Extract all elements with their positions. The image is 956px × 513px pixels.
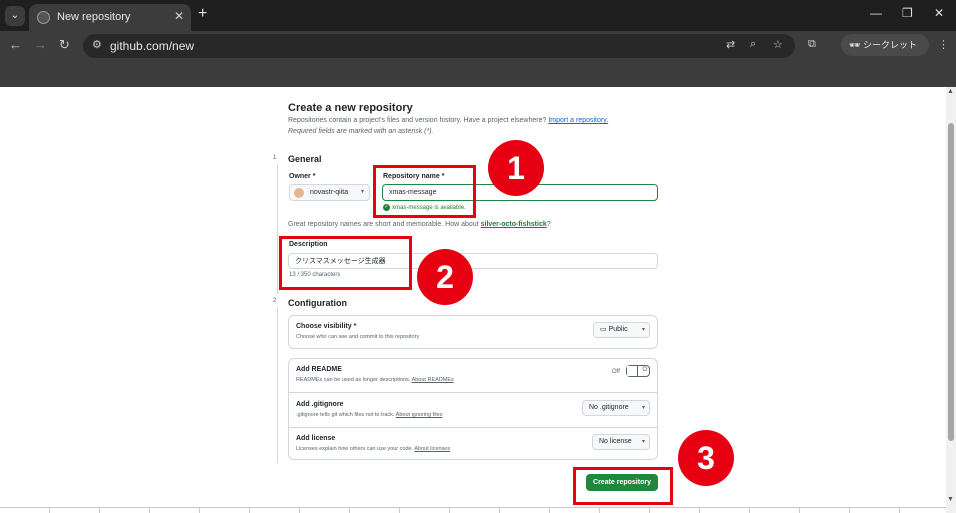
- incognito-indicator[interactable]: 🕶 シークレット: [841, 34, 929, 56]
- chevron-down-icon: ▾: [641, 405, 645, 411]
- name-hint: Great repository names are short and mem…: [288, 221, 551, 228]
- browser-toolbar: ← → ↻ ⚙ github.com/new ⇄ ⌕ ☆ ⧉ 🕶 シークレット …: [0, 31, 956, 59]
- general-heading: General: [288, 154, 322, 164]
- gitignore-desc: .gitignore tells git which files not to …: [296, 412, 442, 418]
- forward-icon[interactable]: →: [34, 37, 47, 52]
- translate-icon[interactable]: ⇄: [726, 38, 735, 51]
- options-card: Add README READMEs can be used as longer…: [288, 358, 658, 460]
- step-line: [277, 164, 278, 294]
- browser-tab-strip: ⌄ New repository ✕ + — ❐ ✕: [0, 0, 956, 31]
- address-bar[interactable]: ⚙ github.com/new ⇄ ⌕ ☆: [83, 34, 795, 58]
- visibility-card: Choose visibility * Choose who can see a…: [288, 315, 658, 349]
- subtitle-text: Repositories contain a project's files a…: [288, 117, 547, 124]
- about-readmes-link[interactable]: About READMEs: [412, 377, 454, 383]
- visibility-title: Choose visibility *: [296, 323, 357, 330]
- close-icon[interactable]: ✕: [174, 9, 184, 23]
- required-note: Required fields are marked with an aster…: [288, 128, 434, 135]
- chevron-down-icon: ▾: [641, 439, 645, 445]
- readme-desc-text: READMEs can be used as longer descriptio…: [296, 377, 411, 383]
- scroll-thumb[interactable]: [948, 123, 954, 441]
- gitignore-value: No .gitignore: [589, 404, 629, 411]
- grid-strip: [0, 507, 946, 513]
- bookmarks-area: [0, 59, 956, 87]
- license-title: Add license: [296, 435, 336, 442]
- readme-toggle[interactable]: O: [626, 365, 650, 377]
- restore-icon[interactable]: ❐: [902, 6, 913, 20]
- license-value: No license: [599, 438, 632, 445]
- step-number-configuration: 2: [273, 298, 277, 304]
- about-ignoring-files-link[interactable]: About ignoring files: [396, 412, 443, 418]
- callout-box-repo-name: [373, 165, 476, 218]
- callout-badge-2: 2: [417, 249, 473, 305]
- visibility-value: Public: [608, 326, 628, 333]
- scroll-down-icon[interactable]: ▼: [947, 496, 954, 503]
- callout-badge-3: 3: [678, 430, 734, 486]
- readme-title: Add README: [296, 366, 342, 373]
- page-title: Create a new repository: [288, 102, 413, 114]
- readme-desc: READMEs can be used as longer descriptio…: [296, 377, 454, 383]
- site-info-icon[interactable]: ⚙: [92, 38, 102, 51]
- callout-box-description: [279, 236, 412, 290]
- readme-toggle-label: Off: [612, 369, 620, 375]
- avatar: [294, 188, 304, 198]
- chevron-down-icon: ▾: [360, 189, 364, 195]
- callout-box-create: [573, 467, 673, 505]
- globe-icon: ▭: [600, 326, 607, 333]
- owner-value: novastr-qiita: [310, 189, 349, 196]
- configuration-heading: Configuration: [288, 298, 347, 308]
- toggle-knob: [627, 366, 638, 376]
- tab-search-icon[interactable]: ⌄: [5, 6, 25, 26]
- step-number-general: 1: [273, 155, 277, 161]
- tab-title: New repository: [57, 11, 131, 23]
- reload-icon[interactable]: ↻: [59, 37, 70, 53]
- step-line: [277, 307, 278, 463]
- tab-new-repository[interactable]: New repository ✕: [29, 4, 191, 31]
- zoom-icon[interactable]: ⌕: [750, 38, 756, 51]
- kebab-menu-icon[interactable]: ⋮: [938, 38, 949, 51]
- visibility-desc: Choose who can see and commit to this re…: [296, 334, 420, 340]
- extensions-icon[interactable]: ⧉: [808, 38, 816, 51]
- chevron-down-icon: ▾: [641, 327, 645, 333]
- minimize-icon[interactable]: —: [870, 6, 882, 20]
- scroll-up-icon[interactable]: ▲: [947, 88, 954, 95]
- incognito-icon: 🕶: [849, 40, 861, 50]
- license-desc: Licenses explain how others can use your…: [296, 446, 450, 452]
- page-subtitle: Repositories contain a project's files a…: [288, 117, 608, 124]
- divider: [289, 427, 657, 428]
- import-repository-link[interactable]: Import a repository.: [548, 117, 608, 124]
- incognito-label: シークレット: [862, 40, 917, 50]
- about-licenses-link[interactable]: About licenses: [414, 446, 450, 452]
- visibility-select[interactable]: ▭ Public ▾: [593, 322, 650, 338]
- license-desc-text: Licenses explain how others can use your…: [296, 446, 414, 452]
- hint-text: Great repository names are short and mem…: [288, 221, 479, 228]
- gitignore-select[interactable]: No .gitignore ▾: [582, 400, 650, 416]
- callout-badge-1: 1: [488, 140, 544, 196]
- star-icon[interactable]: ☆: [773, 38, 783, 51]
- toggle-off-glyph: O: [642, 367, 647, 373]
- scrollbar[interactable]: ▲ ▼: [946, 87, 956, 513]
- owner-label: Owner *: [289, 173, 316, 180]
- license-select[interactable]: No license ▾: [592, 434, 650, 450]
- back-icon[interactable]: ←: [9, 37, 22, 52]
- gitignore-desc-text: .gitignore tells git which files not to …: [296, 412, 395, 418]
- github-favicon-icon: [37, 11, 50, 24]
- hint-suffix: ?: [546, 221, 551, 228]
- gitignore-title: Add .gitignore: [296, 401, 344, 408]
- divider: [289, 392, 657, 393]
- url-text[interactable]: github.com/new: [110, 39, 194, 53]
- suggested-name-link[interactable]: silver-octo-fishstick: [481, 221, 547, 228]
- window-close-icon[interactable]: ✕: [934, 6, 944, 20]
- plus-icon[interactable]: +: [198, 5, 207, 23]
- owner-dropdown[interactable]: novastr-qiita ▾: [289, 184, 370, 201]
